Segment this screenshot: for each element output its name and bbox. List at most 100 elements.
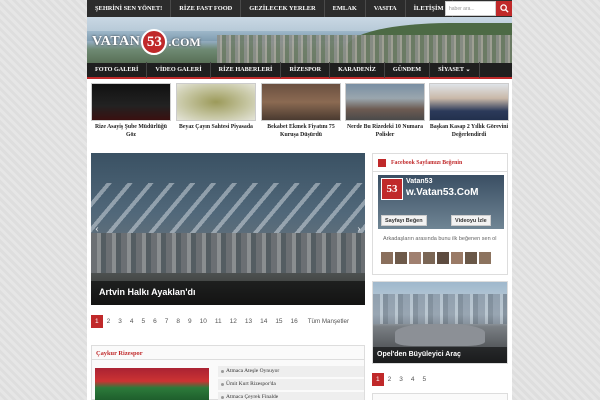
topnav-link-sehrini[interactable]: ŞEHRİNİ SEN YÖNET! [87, 0, 172, 17]
nav-video-galeri[interactable]: VİDEO GALERİ [147, 62, 211, 78]
avatar[interactable] [395, 252, 407, 264]
topnav-link-fastfood[interactable]: RİZE FAST FOOD [171, 0, 242, 17]
nav-gundem[interactable]: GÜNDEM [385, 62, 431, 78]
facebook-page-name[interactable]: Vatan53 [406, 178, 432, 185]
avatar[interactable] [451, 252, 463, 264]
thumb-image [261, 83, 341, 121]
section-image[interactable] [95, 368, 209, 400]
pager-page-5[interactable]: 5 [138, 318, 150, 325]
facebook-page-card[interactable]: 53 Vatan53 w.Vatan53.CoM Sayfayı Beğen V… [378, 175, 504, 229]
thumb-item[interactable]: Başkan Kasap 2 Yıllık Görevini Değerlend… [429, 83, 509, 139]
pager-page-8[interactable]: 8 [172, 318, 184, 325]
pager-page-7[interactable]: 7 [161, 318, 173, 325]
side-pager-page-5[interactable]: 5 [419, 376, 431, 383]
search-icon [499, 4, 509, 13]
all-headlines-link[interactable]: Tüm Manşetler [308, 318, 349, 325]
side-slider-car [395, 324, 485, 346]
thumb-caption: Bekabet Ekmek Fiyatını 75 Kuruşa Düşürdü [267, 124, 335, 138]
side-pager-page-1[interactable]: 1 [372, 373, 384, 386]
facebook-widget-title: Facebook Sayfamızı Beğenin [373, 154, 507, 172]
section-list: Atmaca Ateşle Oynuyor Ümit Kurt Rizespor… [218, 366, 364, 400]
side-slider-caption[interactable]: Opel'den Büyüleyici Araç [373, 347, 507, 363]
facebook-page-url: w.Vatan53.CoM [406, 187, 479, 198]
pager-page-12[interactable]: 12 [226, 318, 241, 325]
side-pager-page-3[interactable]: 3 [395, 376, 407, 383]
pager-page-13[interactable]: 13 [241, 318, 256, 325]
avatar[interactable] [409, 252, 421, 264]
logo-number-badge: 53 [141, 29, 168, 55]
slider-caption[interactable]: Artvin Halkı Ayaklan'dı [91, 281, 365, 305]
thumb-caption: Başkan Kasap 2 Yıllık Görevini Değerlend… [429, 124, 509, 138]
avatar[interactable] [465, 252, 477, 264]
chevron-down-icon: ⌄ [465, 66, 471, 73]
like-page-button[interactable]: Sayfayı Beğen [381, 215, 427, 226]
nav-rize-haberleri[interactable]: RİZE HABERLERİ [211, 62, 282, 78]
pager-page-4[interactable]: 4 [126, 318, 138, 325]
nav-rizespor[interactable]: RİZESPOR [281, 62, 331, 78]
facebook-icon [378, 159, 386, 167]
search-button[interactable] [496, 1, 512, 16]
list-item[interactable]: Atmaca Ateşle Oynuyor [218, 366, 364, 377]
nav-siyaset[interactable]: SİYASET ⌄ [430, 62, 480, 78]
main-slider[interactable]: ‹ › Artvin Halkı Ayaklan'dı [91, 153, 365, 305]
thumb-caption: Rize Asayiş Şube Müdürlüğü Göz [95, 124, 167, 138]
side-pager-page-4[interactable]: 4 [407, 376, 419, 383]
slider-next-icon[interactable]: › [357, 221, 361, 236]
pager-page-3[interactable]: 3 [114, 318, 126, 325]
logo-text-vatan: VATAN [92, 34, 141, 49]
side-pager-page-2[interactable]: 2 [384, 376, 396, 383]
list-item[interactable]: Atmaca Çeyrek Finalde [218, 392, 364, 400]
avatar[interactable] [381, 252, 393, 264]
pager-page-9[interactable]: 9 [184, 318, 196, 325]
facebook-title-text: Facebook Sayfamızı Beğenin [391, 160, 463, 166]
nav-karadeniz[interactable]: KARADENİZ [330, 62, 385, 78]
list-item[interactable]: Ümit Kurt Rizespor'da [218, 379, 364, 390]
slider-image-town [91, 233, 365, 273]
topnav-link-gezilecek[interactable]: GEZİLECEK YERLER [241, 0, 325, 17]
avatar[interactable] [423, 252, 435, 264]
watch-video-label: Videoyu İzle [455, 218, 487, 224]
header-city [217, 35, 512, 63]
facebook-faces [381, 252, 503, 264]
topnav-link-vasita[interactable]: VASITA [366, 0, 406, 17]
section-rizespor: Çaykur Rizespor Atmaca Ateşle Oynuyor Üm… [91, 345, 365, 400]
headline-thumbs: Rize Asayiş Şube Müdürlüğü Göz Beyaz Çay… [91, 83, 511, 145]
topnav-link-emlak[interactable]: EMLAK [325, 0, 366, 17]
avatar[interactable] [479, 252, 491, 264]
thumb-item[interactable]: Nerde Bu Rizedeki 10 Numara Polisler [345, 83, 425, 139]
pager-page-10[interactable]: 10 [196, 318, 211, 325]
main-nav: FOTO GALERİ VİDEO GALERİ RİZE HABERLERİ … [87, 62, 512, 79]
facebook-friends-text: Arkadaşların arasında bunu ilk beğenen s… [383, 236, 497, 242]
thumb-image [429, 83, 509, 121]
thumb-image [91, 83, 171, 121]
side-pager: 1 2 3 4 5 [372, 373, 430, 386]
thumb-image [176, 83, 256, 121]
thumb-item[interactable]: Bekabet Ekmek Fiyatını 75 Kuruşa Düşürdü [261, 83, 341, 139]
header-banner: VATAN 53 .COM [87, 17, 512, 63]
watch-video-button[interactable]: Videoyu İzle [451, 215, 491, 226]
pager-page-11[interactable]: 11 [211, 318, 226, 325]
slider-prev-icon[interactable]: ‹ [95, 221, 99, 236]
pager-page-2[interactable]: 2 [103, 318, 115, 325]
site-logo[interactable]: VATAN 53 .COM [92, 29, 201, 55]
thumb-caption: Nerde Bu Rizedeki 10 Numara Polisler [347, 124, 423, 138]
pager-page-1[interactable]: 1 [91, 314, 103, 328]
top-nav: ŞEHRİNİ SEN YÖNET! RİZE FAST FOOD GEZİLE… [87, 0, 512, 17]
nav-foto-galeri[interactable]: FOTO GALERİ [87, 62, 148, 78]
page-wrapper: ŞEHRİNİ SEN YÖNET! RİZE FAST FOOD GEZİLE… [87, 0, 512, 400]
pager-page-6[interactable]: 6 [149, 318, 161, 325]
pager-page-15[interactable]: 15 [271, 318, 286, 325]
thumb-caption: Beyaz Çayın Sahtesi Piyasada [179, 124, 253, 130]
side-slider[interactable]: Opel'den Büyüleyici Araç [372, 281, 508, 364]
search-input[interactable]: haber ara... [445, 1, 496, 16]
slider-pager: 1 2 3 4 5 6 7 8 9 10 11 12 13 14 15 16 T… [91, 313, 365, 329]
thumb-item[interactable]: Beyaz Çayın Sahtesi Piyasada [176, 83, 256, 131]
pager-page-14[interactable]: 14 [256, 318, 271, 325]
avatar[interactable] [437, 252, 449, 264]
logo-text-com: .COM [168, 34, 201, 49]
pager-page-16[interactable]: 16 [287, 318, 302, 325]
facebook-widget: Facebook Sayfamızı Beğenin 53 Vatan53 w.… [372, 153, 508, 275]
thumb-item[interactable]: Rize Asayiş Şube Müdürlüğü Göz [91, 83, 171, 139]
facebook-page-logo: 53 [381, 178, 403, 200]
section-title[interactable]: Çaykur Rizespor [92, 346, 364, 360]
